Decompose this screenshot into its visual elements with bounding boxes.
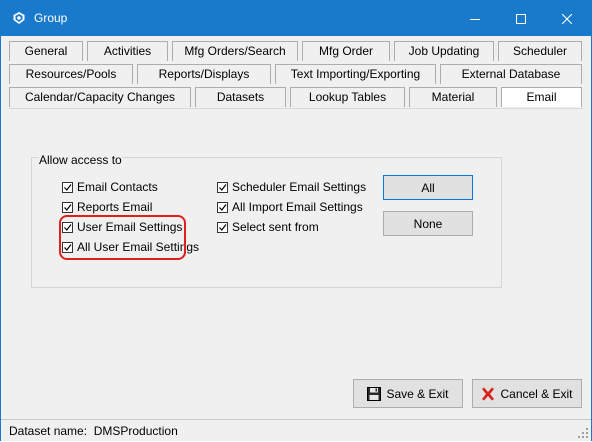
none-button[interactable]: None: [383, 211, 473, 236]
close-button[interactable]: [544, 1, 590, 36]
title-bar[interactable]: Group: [1, 1, 591, 36]
highlight-annotation: [59, 215, 186, 260]
tab-activities[interactable]: Activities: [87, 41, 168, 61]
save-exit-button[interactable]: Save & Exit: [353, 379, 463, 408]
resize-grip-icon[interactable]: [577, 427, 589, 439]
checkbox-checked-icon: [217, 221, 228, 233]
maximize-icon: [516, 13, 526, 24]
checkbox-checked-icon: [217, 181, 228, 193]
tab-mfg-orders-search[interactable]: Mfg Orders/Search: [172, 41, 298, 61]
tab-general[interactable]: General: [9, 41, 83, 61]
tab-datasets[interactable]: Datasets: [195, 87, 286, 107]
all-import-email-settings-checkbox[interactable]: All Import Email Settings: [217, 199, 363, 215]
scheduler-email-settings-checkbox[interactable]: Scheduler Email Settings: [217, 179, 366, 195]
window-title: Group: [34, 11, 68, 25]
cancel-exit-label: Cancel & Exit: [500, 386, 573, 401]
tab-external-database[interactable]: External Database: [440, 64, 582, 84]
tab-resources-pools[interactable]: Resources/Pools: [9, 64, 133, 84]
none-button-label: None: [413, 216, 443, 231]
all-import-email-settings-label: All Import Email Settings: [232, 200, 363, 214]
tab-email[interactable]: Email: [501, 87, 582, 107]
save-exit-label: Save & Exit: [386, 386, 449, 401]
checkbox-checked-icon: [62, 181, 73, 193]
checkbox-checked-icon: [217, 201, 228, 213]
tab-scheduler[interactable]: Scheduler: [498, 41, 582, 61]
tab-mfg-order[interactable]: Mfg Order: [302, 41, 390, 61]
checkbox-checked-icon: [62, 201, 73, 213]
tab-lookup-tables[interactable]: Lookup Tables: [290, 87, 405, 107]
all-button-label: All: [421, 180, 435, 195]
floppy-disk-icon: [367, 386, 382, 401]
app-logo-icon: [12, 11, 26, 25]
cancel-exit-button[interactable]: Cancel & Exit: [472, 379, 582, 408]
group-window: Group General Activities Mfg Orders/Sear…: [0, 0, 592, 441]
email-contacts-label: Email Contacts: [77, 180, 158, 194]
red-x-icon: [481, 387, 495, 401]
minimize-icon: [470, 14, 480, 24]
tab-material[interactable]: Material: [409, 87, 497, 107]
maximize-button[interactable]: [498, 1, 544, 36]
tab-job-updating[interactable]: Job Updating: [394, 41, 494, 61]
dataset-name-status: Dataset name: DMSProduction: [9, 424, 178, 438]
reports-email-label: Reports Email: [77, 200, 153, 214]
status-bar: Dataset name: DMSProduction: [1, 419, 591, 441]
allow-access-label: Allow access to: [39, 153, 122, 167]
tab-calendar-capacity-changes[interactable]: Calendar/Capacity Changes: [9, 87, 191, 107]
tab-reports-displays[interactable]: Reports/Displays: [137, 64, 271, 84]
scheduler-email-settings-label: Scheduler Email Settings: [232, 180, 367, 194]
select-sent-from-checkbox[interactable]: Select sent from: [217, 219, 319, 235]
email-contacts-checkbox[interactable]: Email Contacts: [62, 179, 158, 195]
reports-email-checkbox[interactable]: Reports Email: [62, 199, 152, 215]
tab-text-importing-exporting[interactable]: Text Importing/Exporting: [275, 64, 436, 84]
minimize-button[interactable]: [452, 1, 498, 36]
close-icon: [562, 13, 572, 24]
select-sent-from-label: Select sent from: [232, 220, 319, 234]
all-button[interactable]: All: [383, 175, 473, 200]
